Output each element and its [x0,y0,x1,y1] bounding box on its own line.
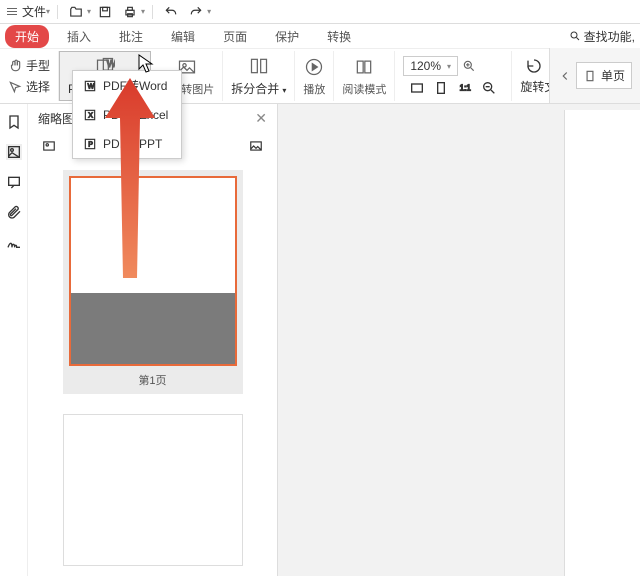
svg-text:P: P [88,141,93,148]
file-menu[interactable]: 文件 [22,3,46,20]
fit-width-icon[interactable] [409,80,425,96]
rotate-left-icon[interactable] [526,58,542,74]
split-merge-button[interactable]: 拆分合并 ▾ [223,51,295,101]
pdf-ppt-label: PDF转PPT [103,135,162,152]
actual-size-icon[interactable]: 1:1 [457,80,473,96]
pdf-to-word-item[interactable]: W PDF转Word [73,71,181,100]
svg-text:W: W [107,59,115,70]
zoom-in-icon[interactable] [462,59,476,73]
pdf-excel-label: PDF转Excel [103,106,168,123]
tab-page[interactable]: 页面 [213,25,257,48]
page-icon [583,69,597,83]
read-mode-label: 阅读模式 [342,81,386,97]
undo-icon[interactable] [160,2,182,22]
cursor-icon [8,80,22,94]
split-merge-label: 拆分合并 ▾ [231,80,286,97]
chevron-down-icon: ▾ [46,7,50,16]
pdf-office-dropdown: W PDF转Word X PDF转Excel P PDF转PPT [72,70,182,159]
split-icon [248,55,270,77]
pdf-word-label: PDF转Word [103,77,167,94]
hand-icon [8,59,22,73]
fit-page-icon[interactable] [433,80,449,96]
book-icon [353,56,375,78]
comment-icon[interactable] [6,174,22,190]
zoom-out-icon[interactable] [481,80,497,96]
divider [152,5,153,19]
search-placeholder: 查找功能, [584,28,635,45]
pdf-to-ppt-item[interactable]: P PDF转PPT [73,129,181,158]
document-page [564,110,640,576]
tab-annotate[interactable]: 批注 [109,25,153,48]
thumbnails-icon[interactable] [6,144,22,160]
chevron-down-icon: ▾ [141,7,145,16]
save-icon[interactable] [94,2,116,22]
read-mode-button[interactable]: 阅读模式 [334,51,395,101]
signature-icon[interactable] [6,234,22,250]
close-icon[interactable]: ✕ [255,110,267,127]
select-tool[interactable]: 选择 [8,78,50,95]
thumbnails-title: 缩略图 [38,110,74,127]
redo-icon[interactable] [185,2,207,22]
pdf-to-excel-item[interactable]: X PDF转Excel [73,100,181,129]
play-label: 播放 [303,81,325,97]
word-icon: W [83,79,97,93]
single-page-label: 单页 [601,67,625,84]
divider [57,5,58,19]
single-page-button[interactable]: 单页 [576,62,632,89]
excel-icon: X [83,108,97,122]
svg-text:X: X [88,112,93,119]
hand-tool[interactable]: 手型 [8,57,50,74]
thumbnail-caption: 第1页 [132,366,172,394]
play-button[interactable]: 播放 [295,51,334,101]
tab-insert[interactable]: 插入 [57,25,101,48]
search-box[interactable]: 查找功能, [569,28,635,45]
hand-label: 手型 [26,57,50,74]
tab-edit[interactable]: 编辑 [161,25,205,48]
select-label: 选择 [26,78,50,95]
chevron-left-icon[interactable] [558,69,572,83]
tab-protect[interactable]: 保护 [265,25,309,48]
hamburger-icon[interactable] [5,6,19,17]
search-icon [569,30,581,42]
play-icon [303,56,325,78]
attachment-icon[interactable] [6,204,22,220]
thumbnail-page-2[interactable] [63,414,243,566]
zoom-value[interactable]: 120%▾ [403,56,458,76]
svg-text:1:1: 1:1 [460,84,472,93]
document-viewport[interactable] [278,104,640,576]
chevron-down-icon: ▾ [207,7,211,16]
svg-text:W: W [88,83,95,90]
thumb-settings-icon[interactable] [249,139,263,153]
tab-start[interactable]: 开始 [5,25,49,48]
chevron-down-icon: ▾ [87,7,91,16]
tab-convert[interactable]: 转换 [317,25,361,48]
thumb-image-icon[interactable] [42,139,56,153]
bookmark-icon[interactable] [6,114,22,130]
ppt-icon: P [83,137,97,151]
thumbnail-page-1[interactable]: 第1页 [63,170,243,394]
open-icon[interactable] [65,2,87,22]
print-icon[interactable] [119,2,141,22]
